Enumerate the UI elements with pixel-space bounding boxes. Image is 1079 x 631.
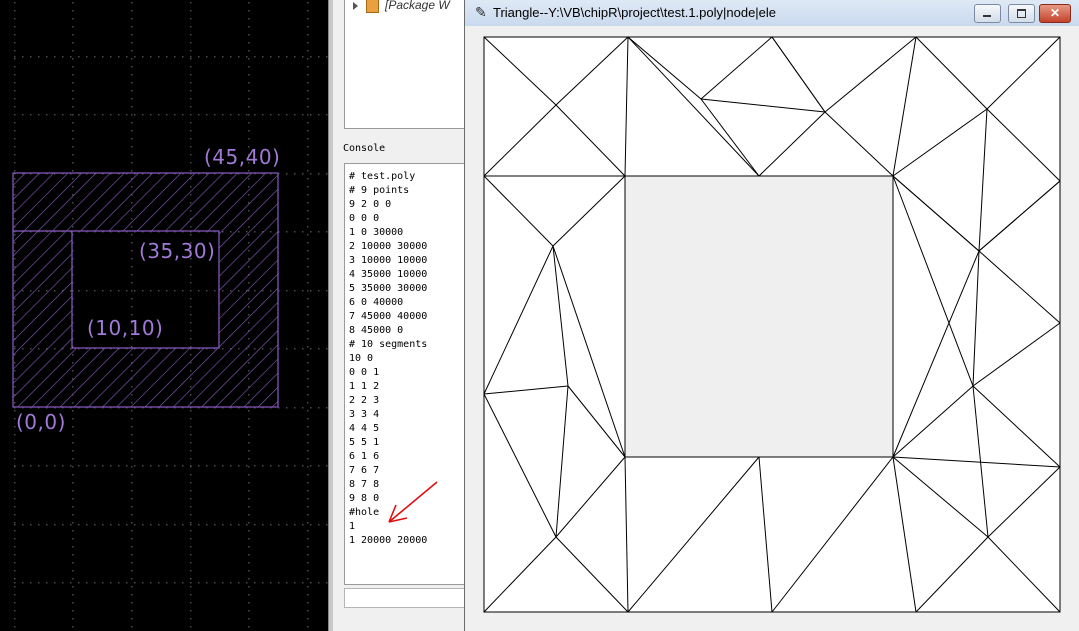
console-line: 7 6 7 [349, 465, 380, 476]
outer-polygon [12, 172, 279, 408]
console-line: 8 45000 0 [349, 325, 404, 336]
label-inner-top-right: (35,30) [139, 239, 216, 263]
label-inner-bottom-left: (10,10) [87, 316, 164, 340]
console-line: 2 2 3 [349, 395, 380, 406]
console-line: 1 1 2 [349, 381, 380, 392]
ide-panel: [Package W Console # test.poly # 9 points… [333, 0, 466, 631]
console-line: 4 4 5 [349, 423, 380, 434]
console-line: 6 1 6 [349, 451, 380, 462]
minimize-button[interactable] [974, 4, 1001, 23]
console-line: 2 10000 30000 [349, 241, 428, 252]
console-line: 5 35000 30000 [349, 283, 428, 294]
console-line: # 9 points [349, 185, 410, 196]
console-line: 6 0 40000 [349, 297, 404, 308]
console-line: 9 2 0 0 [349, 199, 392, 210]
expand-arrow-icon[interactable] [353, 1, 358, 10]
window-title: Triangle--Y:\VB\chipR\project\test.1.pol… [493, 5, 777, 20]
console-line: # 10 segments [349, 339, 428, 350]
console-line: 0 0 1 [349, 367, 380, 378]
window-titlebar[interactable]: ✎ Triangle--Y:\VB\chipR\project\test.1.p… [465, 0, 1079, 26]
console-line: 4 35000 10000 [349, 269, 428, 280]
package-icon [366, 0, 379, 13]
console-line: 3 3 4 [349, 409, 380, 420]
triangle-window: ✎ Triangle--Y:\VB\chipR\project\test.1.p… [464, 0, 1079, 631]
console-line: 10 0 [349, 353, 374, 364]
mesh-hole [624, 175, 894, 458]
console-line: 1 20000 20000 [349, 535, 428, 546]
console-line: 1 0 30000 [349, 227, 404, 238]
close-icon: ✕ [1049, 6, 1061, 20]
package-tree[interactable]: [Package W [344, 0, 466, 129]
console-line: 5 5 1 [349, 437, 380, 448]
close-button[interactable]: ✕ [1039, 4, 1071, 23]
feather-icon: ✎ [475, 4, 487, 20]
label-outer-top-right: (45,40) [204, 145, 281, 169]
red-arrow-annotation [388, 481, 438, 523]
cad-drawing [12, 2, 328, 628]
console-input[interactable] [344, 588, 466, 608]
console-line: 7 45000 40000 [349, 311, 428, 322]
maximize-button[interactable] [1008, 4, 1035, 23]
label-origin: (0,0) [16, 410, 66, 434]
cad-canvas[interactable]: (45,40) (35,30) (10,10) (0,0) [0, 0, 328, 631]
console-title: Console [343, 143, 386, 154]
console-line: 3 10000 10000 [349, 255, 428, 266]
console-line: 0 0 0 [349, 213, 380, 224]
package-tree-item[interactable]: [Package W [353, 0, 450, 14]
triangle-mesh-canvas [483, 36, 1061, 613]
package-tree-label: [Package W [385, 0, 450, 12]
console-line: # test.poly [349, 171, 416, 182]
